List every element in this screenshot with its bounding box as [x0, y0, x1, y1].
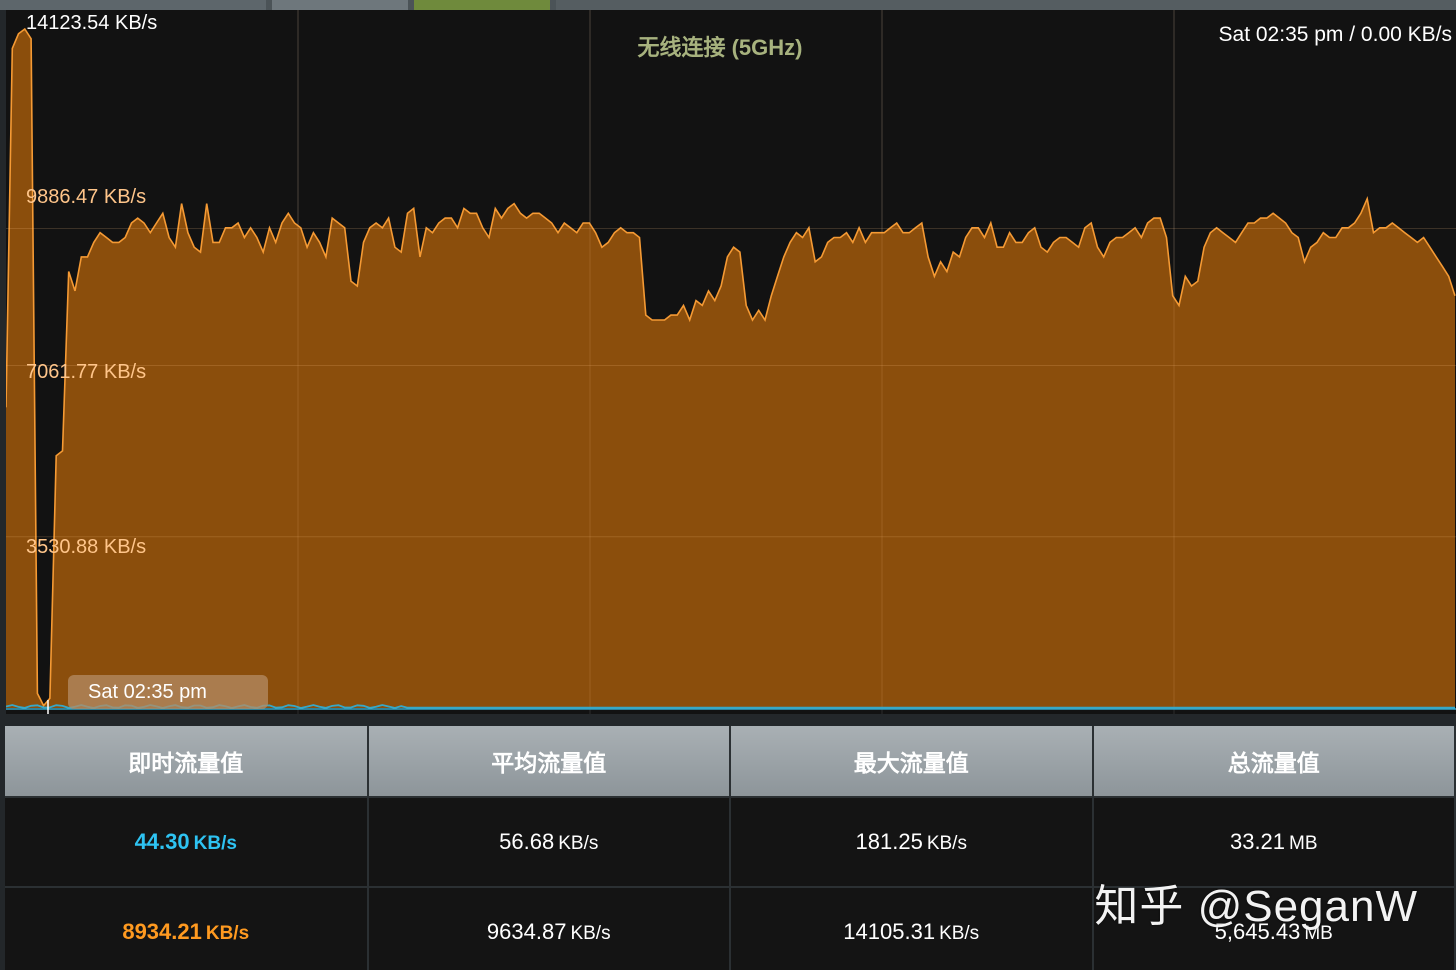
upload-current-unit: KB/s: [193, 833, 237, 854]
tab-strip: [0, 0, 1456, 10]
hover-time-tooltip: Sat 02:35 pm: [68, 675, 268, 709]
header-total: 总流量值: [1092, 726, 1456, 798]
tab-0[interactable]: [0, 0, 266, 10]
traffic-chart[interactable]: 无线连接 (5GHz) Sat 02:35 pm / 0.00 KB/s 141…: [6, 10, 1456, 714]
header-average: 平均流量值: [367, 726, 731, 798]
download-max-value: 14105.31: [843, 919, 936, 944]
tab-1[interactable]: [272, 0, 408, 10]
watermark-text: 知乎 @SeganW: [1094, 882, 1418, 931]
download-current-cell: 8934.21 KB/s: [5, 886, 369, 970]
y-axis-label-3: 7061.77 KB/s: [26, 361, 147, 383]
upload-max-unit: KB/s: [926, 833, 967, 854]
header-max: 最大流量值: [730, 726, 1094, 798]
download-average-value: 9634.87: [486, 919, 567, 944]
chart-status: Sat 02:35 pm / 0.00 KB/s: [1218, 23, 1452, 46]
upload-total-value: 33.21: [1229, 829, 1286, 854]
download-max-unit: KB/s: [939, 923, 980, 944]
upload-total-unit: MB: [1289, 833, 1318, 854]
download-average-cell: 9634.87 KB/s: [367, 886, 731, 970]
traffic-chart-svg: [6, 10, 1456, 714]
upload-max-value: 181.25: [855, 829, 923, 854]
upload-current-cell: 44.30 KB/s: [5, 796, 369, 887]
upload-average-value: 56.68: [499, 829, 555, 854]
tab-2[interactable]: [414, 0, 550, 10]
upload-average-unit: KB/s: [558, 833, 599, 854]
download-average-unit: KB/s: [570, 923, 611, 944]
download-current-value: 8934.21: [122, 919, 202, 944]
tab-3[interactable]: [556, 0, 1456, 10]
y-axis-label-2: 9886.47 KB/s: [26, 186, 147, 208]
upload-current-value: 44.30: [134, 829, 190, 854]
header-current: 即时流量值: [5, 726, 369, 798]
download-current-unit: KB/s: [205, 923, 250, 944]
upload-average-cell: 56.68 KB/s: [367, 796, 731, 887]
y-axis-label-max: 14123.54 KB/s: [26, 12, 158, 34]
download-max-cell: 14105.31 KB/s: [730, 886, 1094, 970]
y-axis-label-4: 3530.88 KB/s: [26, 536, 147, 558]
traffic-monitor-page: 无线连接 (5GHz) Sat 02:35 pm / 0.00 KB/s 141…: [0, 0, 1456, 970]
upload-max-cell: 181.25 KB/s: [730, 796, 1094, 887]
download-area: [6, 29, 1455, 708]
